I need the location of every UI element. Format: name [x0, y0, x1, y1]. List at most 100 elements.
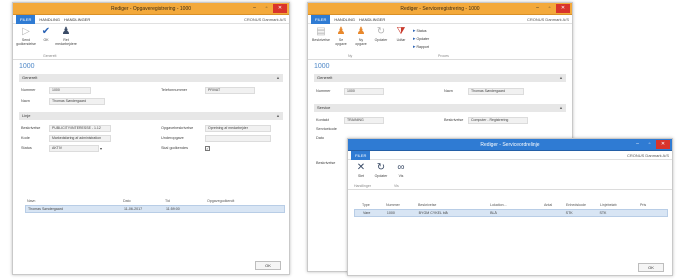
- section-general[interactable]: Generelt ▲: [314, 74, 566, 82]
- grid-header-cell[interactable]: Enhedskode: [564, 203, 598, 207]
- view-button[interactable]: ∞ Vis: [393, 162, 409, 178]
- section-general[interactable]: Generelt ▲: [19, 74, 283, 82]
- section-general-label: Generelt: [22, 75, 38, 80]
- grid-header-cell[interactable]: Opgavegodkendt: [205, 199, 265, 203]
- delete-button[interactable]: ✕ Slet: [353, 162, 369, 178]
- company-name[interactable]: CRONUS Danmark A/S: [627, 153, 669, 158]
- ok-button[interactable]: OK: [255, 261, 281, 270]
- grid-header-cell[interactable]: Linjebeløb: [598, 203, 638, 207]
- tab-file[interactable]: FILER: [16, 14, 36, 24]
- phone-input[interactable]: PRIVAT: [205, 86, 255, 94]
- approval-checkbox[interactable]: ✓: [205, 145, 210, 151]
- report-action[interactable]: ▸ Rapport: [413, 44, 429, 50]
- maximize-icon[interactable]: ▫: [544, 4, 555, 13]
- refresh-action[interactable]: ▸ Opdater: [413, 36, 429, 42]
- grid-cell[interactable]: STK: [597, 211, 637, 215]
- ribbon-group-process: Proces: [438, 54, 449, 58]
- update-button[interactable]: ↻ Opdater: [373, 26, 389, 42]
- refresh-button[interactable]: ↻ Opdater: [373, 162, 389, 178]
- grid-header-cell[interactable]: Nummer: [384, 203, 416, 207]
- section-line[interactable]: Linje ▲: [19, 112, 283, 120]
- line-description-input[interactable]: Computer - Registrering: [468, 116, 528, 124]
- task-type-label: Opgavebeskrivelse: [161, 126, 194, 130]
- section-service[interactable]: Service ▲: [314, 104, 566, 112]
- maximize-icon[interactable]: ▫: [644, 140, 655, 149]
- edit-employees-button[interactable]: ♟ Ret medarbejdere: [55, 26, 77, 46]
- send-approval-button[interactable]: ▷ Send godkendelse: [16, 26, 36, 46]
- new-task-button[interactable]: ♟ Ny opgave: [353, 26, 369, 46]
- grid-header-cell[interactable]: Type: [354, 203, 384, 207]
- name-input[interactable]: Thomas Søndergaard: [49, 97, 105, 105]
- company-name[interactable]: CRONUS Danmark A/S: [527, 17, 569, 22]
- chevron-up-icon: ▲: [276, 113, 280, 118]
- grid-header-cell[interactable]: Tid: [163, 199, 205, 203]
- grid-cell[interactable]: BLÅ: [488, 211, 542, 215]
- grid-header-cell[interactable]: Beskrivelse: [416, 203, 488, 207]
- menu-bar: FILER HANDLING HANDLINGER CRONUS Danmark…: [13, 14, 289, 24]
- update-label: Opdater: [374, 38, 388, 42]
- ok-button[interactable]: OK: [638, 263, 664, 272]
- field-number: Nummer 1000: [316, 87, 384, 95]
- tab-file[interactable]: FILER: [351, 150, 371, 160]
- grid-header-cell[interactable]: Lokation...: [488, 203, 542, 207]
- tab-actions[interactable]: HANDLINGER: [64, 17, 90, 22]
- number-label: Nummer: [21, 88, 36, 92]
- window-title: Rediger - Serviceordrelinje: [480, 142, 540, 148]
- grid-cell[interactable]: Thomas Søndergaard: [26, 207, 122, 211]
- ribbon: ▷ Send godkendelse ✔ OK ♟ Ret medarbejde…: [13, 24, 289, 60]
- tab-home[interactable]: HANDLING: [39, 17, 60, 22]
- ok-ribbon-button[interactable]: ✔ OK: [38, 26, 54, 42]
- grid-cell[interactable]: 11-06-2017: [122, 207, 164, 211]
- view-task-button[interactable]: ♟ Se opgave: [333, 26, 349, 46]
- field-task-type: Opgavebeskrivelse Opretning af medarbejd…: [161, 124, 271, 132]
- task-type-input[interactable]: Opretning af medarbejder: [205, 124, 271, 132]
- field-name: Navn Thomas Søndergaard: [444, 87, 524, 95]
- minimize-icon[interactable]: –: [532, 4, 543, 13]
- report-action-label: Rapport: [416, 45, 429, 49]
- number-input[interactable]: 1000: [49, 86, 91, 94]
- maximize-icon[interactable]: ▫: [261, 4, 272, 13]
- grid-header-cell[interactable]: Dato: [121, 199, 163, 203]
- tab-file[interactable]: FILER: [311, 14, 331, 24]
- grid-cell[interactable]: 1000: [385, 211, 417, 215]
- status-select[interactable]: AKTIV: [49, 144, 99, 152]
- close-icon[interactable]: ✕: [656, 140, 670, 149]
- close-icon[interactable]: ✕: [556, 4, 570, 13]
- number-label: Nummer: [316, 89, 331, 93]
- description-button-label: Beskrivelse: [312, 38, 330, 42]
- delete-label: Slet: [357, 174, 365, 178]
- view-label: Vis: [398, 174, 404, 178]
- company-name[interactable]: CRONUS Danmark A/S: [244, 17, 286, 22]
- number-input[interactable]: 1000: [344, 87, 384, 95]
- grid-cell[interactable]: Vare: [355, 211, 385, 215]
- execute-label: Udfør: [396, 38, 406, 42]
- grid-header-cell[interactable]: Pris: [638, 203, 668, 207]
- chevron-down-icon[interactable]: ▾: [100, 146, 102, 151]
- contact-input[interactable]: TRAINING: [344, 116, 384, 124]
- grid-cell[interactable]: BYGM CYKEL blå: [417, 211, 489, 215]
- table-row[interactable]: Vare 1000 BYGM CYKEL blå BLÅ STK STK: [354, 209, 668, 217]
- execute-button[interactable]: ⧩ Udfør: [393, 26, 409, 42]
- grid-header-cell[interactable]: Navn: [25, 199, 121, 203]
- name-input[interactable]: Thomas Søndergaard: [468, 87, 524, 95]
- line-description-label: Beskrivelse: [444, 118, 464, 122]
- chevron-up-icon: ▲: [559, 105, 563, 110]
- grid-cell[interactable]: 11:59:00: [164, 207, 206, 211]
- description-input[interactable]: PUBLICITY/INTERESSE - 1.12: [49, 124, 111, 132]
- close-icon[interactable]: ✕: [273, 4, 287, 13]
- window-task-registration: Rediger - Opgaveregistrering - 1000 – ▫ …: [12, 2, 290, 275]
- table-row[interactable]: Thomas Søndergaard 11-06-2017 11:59:00: [25, 205, 285, 213]
- grid-cell[interactable]: STK: [564, 211, 598, 215]
- edit-employees-label: Ret medarbejdere: [55, 38, 77, 46]
- minimize-icon[interactable]: –: [249, 4, 260, 13]
- subtask-input[interactable]: [205, 134, 271, 142]
- tab-home[interactable]: HANDLING: [334, 17, 355, 22]
- minimize-icon[interactable]: –: [632, 140, 643, 149]
- code-input[interactable]: Markedsføring af administration: [49, 134, 111, 142]
- x-icon: ✕: [356, 162, 366, 173]
- grid-header-cell[interactable]: Antal: [542, 203, 564, 207]
- tab-actions[interactable]: HANDLINGER: [359, 17, 385, 22]
- menu-bar: FILER HANDLING HANDLINGER CRONUS Danmark…: [308, 14, 572, 24]
- description-button[interactable]: ▤ Beskrivelse: [312, 26, 330, 42]
- status-action[interactable]: ▸ Status: [413, 28, 429, 34]
